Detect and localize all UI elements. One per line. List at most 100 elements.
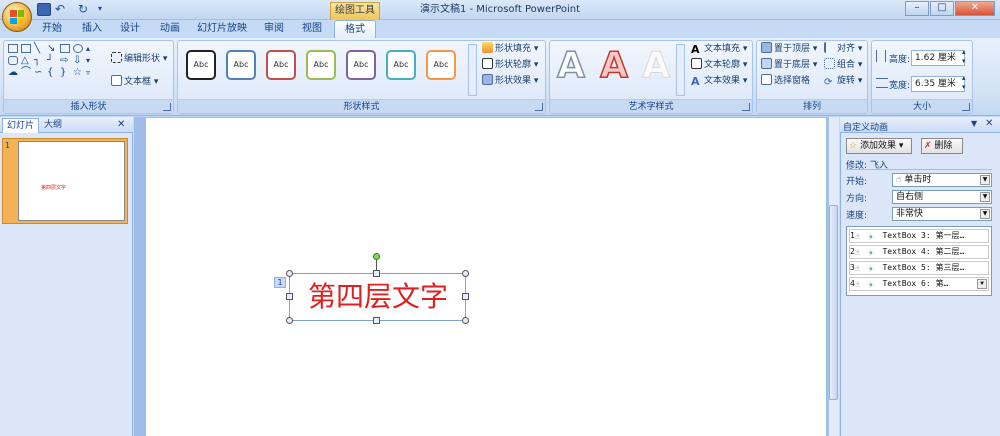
- selection-pane-button[interactable]: 选择窗格: [761, 74, 810, 88]
- send-to-back-button[interactable]: 置于底层 ▾: [761, 58, 817, 72]
- tab-slideshow[interactable]: 幻灯片放映: [194, 20, 250, 38]
- slide-canvas[interactable]: [146, 118, 826, 436]
- wave-shape-icon[interactable]: ∽: [34, 68, 46, 78]
- add-effect-button[interactable]: ☆ 添加效果 ▾: [846, 138, 912, 154]
- cloud-shape-icon[interactable]: ☁: [8, 68, 20, 78]
- brace-right-shape-icon[interactable]: }: [60, 68, 72, 78]
- rounded-rect-shape-icon[interactable]: [8, 56, 18, 65]
- curve-shape-icon[interactable]: ⌒: [21, 68, 33, 78]
- shape-style-6[interactable]: Abc: [386, 50, 416, 80]
- star-shape-icon[interactable]: ☆: [73, 68, 85, 78]
- down-arrow-shape-icon[interactable]: ⇩: [73, 56, 85, 66]
- wordart-gallery-scroll[interactable]: [676, 44, 685, 96]
- office-button[interactable]: [2, 2, 32, 32]
- more-up-icon[interactable]: ▴: [86, 44, 98, 53]
- height-input[interactable]: 1.62 厘米: [911, 50, 965, 66]
- shape-style-2[interactable]: Abc: [226, 50, 256, 80]
- gallery-expand-icon[interactable]: ▿: [86, 68, 98, 77]
- tab-home[interactable]: 开始: [36, 20, 68, 38]
- pane-close-icon[interactable]: ✕: [985, 118, 993, 129]
- wordart-style-red[interactable]: A: [596, 45, 632, 87]
- height-spinner-icon[interactable]: ▴ ▾: [962, 48, 966, 66]
- dialog-launcher-icon[interactable]: [535, 103, 543, 111]
- brace-left-shape-icon[interactable]: {: [47, 68, 59, 78]
- pane-menu-icon[interactable]: ▼: [971, 119, 977, 128]
- animation-list-item[interactable]: 4☝ ✈ TextBox 6: 第… ▼: [849, 277, 989, 291]
- scrollbar-thumb[interactable]: [829, 205, 838, 400]
- minimize-button[interactable]: –: [905, 1, 929, 16]
- tab-animations[interactable]: 动画: [154, 20, 186, 38]
- dropdown-arrow-icon[interactable]: ▼: [980, 175, 990, 185]
- animation-list-item[interactable]: 2☝ ✈ TextBox 4: 第二层…: [849, 245, 989, 259]
- textbox-text[interactable]: 第四层文字: [290, 277, 466, 317]
- direction-select[interactable]: 自右侧 ▼: [892, 190, 992, 204]
- close-pane-icon[interactable]: ✕: [117, 119, 125, 130]
- shape-fill-button[interactable]: 形状填充 ▾: [482, 42, 538, 56]
- line-shape-icon[interactable]: ╲: [34, 44, 46, 54]
- tab-design[interactable]: 设计: [114, 20, 146, 38]
- slide-thumbnail[interactable]: 第四层文字: [18, 141, 125, 221]
- undo-icon[interactable]: ↶: [55, 3, 69, 16]
- shape-style-gallery-scroll[interactable]: [468, 44, 477, 96]
- shape-style-5[interactable]: Abc: [346, 50, 376, 80]
- shape-effects-button[interactable]: 形状效果 ▾: [482, 74, 538, 88]
- tab-format[interactable]: 格式: [334, 20, 376, 38]
- shape-outline-button[interactable]: 形状轮廓 ▾: [482, 58, 538, 72]
- align-button[interactable]: 对齐 ▾: [824, 42, 862, 56]
- remove-button[interactable]: ✗ 删除: [921, 138, 963, 154]
- edit-shape-button[interactable]: 编辑形状 ▾: [111, 52, 167, 66]
- shape-style-3[interactable]: Abc: [266, 50, 296, 80]
- shape-style-4[interactable]: Abc: [306, 50, 336, 80]
- shape-style-7[interactable]: Abc: [426, 50, 456, 80]
- resize-handle-bottom-left[interactable]: [286, 317, 293, 324]
- resize-handle-top-right[interactable]: [462, 270, 469, 277]
- oval-shape-icon[interactable]: [73, 44, 83, 53]
- width-spinner-icon[interactable]: ▴ ▾: [962, 74, 966, 92]
- triangle-shape-icon[interactable]: △: [21, 56, 33, 66]
- bring-to-front-button[interactable]: 置于顶层 ▾: [761, 42, 817, 56]
- elbow-arrow-icon[interactable]: ┘: [47, 56, 59, 66]
- elbow-connector-icon[interactable]: ┐: [34, 56, 46, 66]
- dropdown-arrow-icon[interactable]: ▼: [980, 192, 990, 202]
- tab-outline[interactable]: 大纲: [40, 118, 66, 133]
- resize-handle-top-left[interactable]: [286, 270, 293, 277]
- tab-view[interactable]: 视图: [296, 20, 328, 38]
- rectangle-shape-icon[interactable]: [60, 44, 70, 53]
- rotate-button[interactable]: ⟳ 旋转 ▾: [824, 74, 862, 88]
- item-dropdown-icon[interactable]: ▼: [977, 279, 987, 289]
- textbox-shape-icon[interactable]: [8, 44, 18, 53]
- dialog-launcher-icon[interactable]: [962, 103, 970, 111]
- resize-handle-bottom[interactable]: [373, 317, 380, 324]
- tab-review[interactable]: 审阅: [258, 20, 290, 38]
- resize-handle-left[interactable]: [286, 293, 293, 300]
- maximize-button[interactable]: □: [930, 1, 954, 16]
- dialog-launcher-icon[interactable]: [742, 103, 750, 111]
- resize-handle-top[interactable]: [373, 270, 380, 277]
- start-select[interactable]: ☝ 单击时 ▼: [892, 173, 992, 187]
- redo-icon[interactable]: ↻: [78, 3, 92, 16]
- rotation-handle[interactable]: [373, 253, 380, 260]
- resize-handle-bottom-right[interactable]: [462, 317, 469, 324]
- tab-insert[interactable]: 插入: [76, 20, 108, 38]
- vertical-textbox-shape-icon[interactable]: [21, 44, 31, 53]
- save-icon[interactable]: [37, 3, 51, 16]
- group-objects-button[interactable]: 组合 ▾: [824, 58, 862, 72]
- customize-qat-icon[interactable]: ▾: [98, 3, 112, 16]
- shape-style-1[interactable]: Abc: [186, 50, 216, 80]
- shapes-gallery[interactable]: ╲ ↘ ▴ △ ┐ ┘ ⇨ ⇩ ▾ ☁ ⌒ ∽ { } ☆ ▿: [8, 44, 100, 88]
- close-button[interactable]: ✕: [955, 1, 995, 16]
- dialog-launcher-icon[interactable]: [163, 103, 171, 111]
- tab-slides[interactable]: 幻灯片: [2, 118, 40, 133]
- width-input[interactable]: 6.35 厘米: [911, 76, 965, 92]
- animation-list-item[interactable]: 1☝ ✈ TextBox 3: 第一层…: [849, 229, 989, 243]
- text-fill-button[interactable]: A 文本填充 ▾: [691, 42, 747, 56]
- text-box-button[interactable]: 文本框 ▾: [111, 75, 158, 89]
- arrow-line-shape-icon[interactable]: ↘: [47, 44, 59, 54]
- resize-handle-right[interactable]: [462, 293, 469, 300]
- dropdown-arrow-icon[interactable]: ▼: [980, 209, 990, 219]
- text-effects-button[interactable]: A 文本效果 ▾: [691, 74, 747, 88]
- wordart-style-outline[interactable]: A: [553, 45, 589, 87]
- speed-select[interactable]: 非常快 ▼: [892, 207, 992, 221]
- wordart-style-white[interactable]: A: [638, 45, 674, 86]
- right-arrow-shape-icon[interactable]: ⇨: [60, 56, 72, 66]
